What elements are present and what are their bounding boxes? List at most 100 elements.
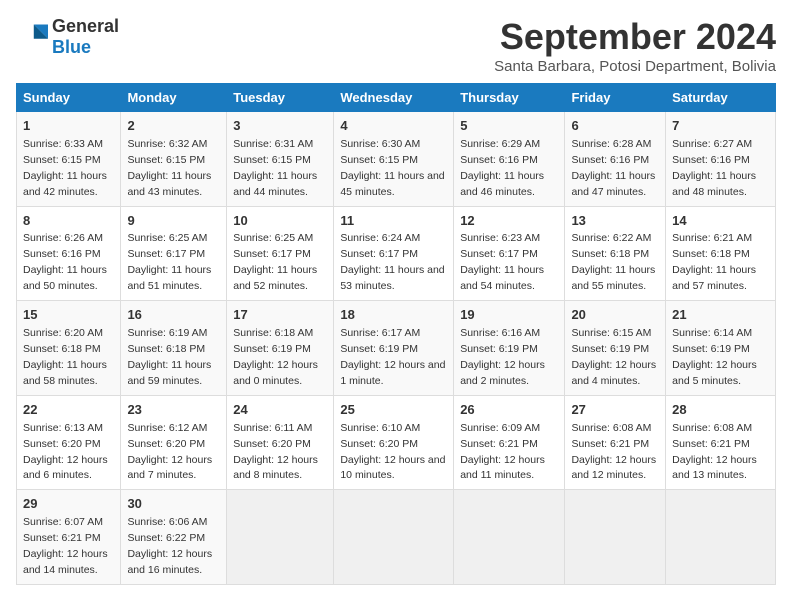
day-number: 24 [233,401,327,420]
col-saturday: Saturday [666,84,776,112]
day-number: 22 [23,401,114,420]
day-info: Sunrise: 6:19 AMSunset: 6:18 PMDaylight:… [127,327,211,387]
day-info: Sunrise: 6:08 AMSunset: 6:21 PMDaylight:… [672,422,757,482]
day-number: 16 [127,306,220,325]
table-row: 8Sunrise: 6:26 AMSunset: 6:16 PMDaylight… [17,206,121,301]
day-info: Sunrise: 6:21 AMSunset: 6:18 PMDaylight:… [672,232,756,292]
day-number: 15 [23,306,114,325]
day-number: 11 [340,212,447,231]
day-number: 9 [127,212,220,231]
day-info: Sunrise: 6:33 AMSunset: 6:15 PMDaylight:… [23,138,107,198]
day-info: Sunrise: 6:28 AMSunset: 6:16 PMDaylight:… [571,138,655,198]
day-info: Sunrise: 6:25 AMSunset: 6:17 PMDaylight:… [127,232,211,292]
table-row: 7Sunrise: 6:27 AMSunset: 6:16 PMDaylight… [666,112,776,207]
day-number: 5 [460,117,558,136]
col-sunday: Sunday [17,84,121,112]
day-info: Sunrise: 6:16 AMSunset: 6:19 PMDaylight:… [460,327,545,387]
table-row: 23 Sunrise: 6:12 AMSunset: 6:20 PMDayligh… [121,395,227,490]
day-info: Sunrise: 6:18 AMSunset: 6:19 PMDaylight:… [233,327,318,387]
day-number: 1 [23,117,114,136]
header: General Blue September 2024 Santa Barbar… [16,16,776,75]
day-info: Sunrise: 6:27 AMSunset: 6:16 PMDaylight:… [672,138,756,198]
table-row: 4 Sunrise: 6:30 AMSunset: 6:15 PMDaylight… [334,112,454,207]
day-info: Sunrise: 6:17 AMSunset: 6:19 PMDaylight:… [340,327,445,387]
day-number: 23 [127,401,220,420]
table-row: 29 Sunrise: 6:07 AMSunset: 6:21 PMDayligh… [17,490,121,585]
day-info: Sunrise: 6:14 AMSunset: 6:19 PMDaylight:… [672,327,757,387]
day-info: Sunrise: 6:06 AMSunset: 6:22 PMDaylight:… [127,516,212,576]
day-info: Sunrise: 6:13 AMSunset: 6:20 PMDaylight:… [23,422,108,482]
day-info: Sunrise: 6:22 AMSunset: 6:18 PMDaylight:… [571,232,655,292]
table-row: 10Sunrise: 6:25 AMSunset: 6:17 PMDayligh… [227,206,334,301]
page-subtitle: Santa Barbara, Potosi Department, Bolivi… [494,58,776,75]
day-number: 18 [340,306,447,325]
table-row: 9Sunrise: 6:25 AMSunset: 6:17 PMDaylight… [121,206,227,301]
table-row: 22 Sunrise: 6:13 AMSunset: 6:20 PMDayligh… [17,395,121,490]
day-number: 26 [460,401,558,420]
day-info: Sunrise: 6:31 AMSunset: 6:15 PMDaylight:… [233,138,317,198]
table-row [454,490,565,585]
table-row: 27 Sunrise: 6:08 AMSunset: 6:21 PMDayligh… [565,395,666,490]
day-info: Sunrise: 6:12 AMSunset: 6:20 PMDaylight:… [127,422,212,482]
logo-general: General [52,16,119,36]
day-number: 19 [460,306,558,325]
table-row [334,490,454,585]
table-row: 1 Sunrise: 6:33 AMSunset: 6:15 PMDaylight… [17,112,121,207]
col-friday: Friday [565,84,666,112]
table-row: 15 Sunrise: 6:20 AMSunset: 6:18 PMDayligh… [17,301,121,396]
day-number: 21 [672,306,769,325]
col-tuesday: Tuesday [227,84,334,112]
table-row: 16 Sunrise: 6:19 AMSunset: 6:18 PMDayligh… [121,301,227,396]
table-row: 12Sunrise: 6:23 AMSunset: 6:17 PMDayligh… [454,206,565,301]
table-row: 17 Sunrise: 6:18 AMSunset: 6:19 PMDayligh… [227,301,334,396]
table-row: 19 Sunrise: 6:16 AMSunset: 6:19 PMDayligh… [454,301,565,396]
calendar-table: Sunday Monday Tuesday Wednesday Thursday… [16,83,776,585]
day-info: Sunrise: 6:20 AMSunset: 6:18 PMDaylight:… [23,327,107,387]
col-wednesday: Wednesday [334,84,454,112]
table-row: 28 Sunrise: 6:08 AMSunset: 6:21 PMDayligh… [666,395,776,490]
day-number: 10 [233,212,327,231]
table-row: 26 Sunrise: 6:09 AMSunset: 6:21 PMDayligh… [454,395,565,490]
table-row: 21 Sunrise: 6:14 AMSunset: 6:19 PMDayligh… [666,301,776,396]
day-info: Sunrise: 6:30 AMSunset: 6:15 PMDaylight:… [340,138,444,198]
table-row: 13Sunrise: 6:22 AMSunset: 6:18 PMDayligh… [565,206,666,301]
day-info: Sunrise: 6:23 AMSunset: 6:17 PMDaylight:… [460,232,544,292]
day-number: 8 [23,212,114,231]
day-info: Sunrise: 6:11 AMSunset: 6:20 PMDaylight:… [233,422,318,482]
day-number: 4 [340,117,447,136]
day-number: 14 [672,212,769,231]
day-info: Sunrise: 6:07 AMSunset: 6:21 PMDaylight:… [23,516,108,576]
day-number: 2 [127,117,220,136]
table-row: 18 Sunrise: 6:17 AMSunset: 6:19 PMDayligh… [334,301,454,396]
table-row [666,490,776,585]
table-row: 2Sunrise: 6:32 AMSunset: 6:15 PMDaylight… [121,112,227,207]
logo-blue: Blue [52,37,91,57]
day-info: Sunrise: 6:24 AMSunset: 6:17 PMDaylight:… [340,232,444,292]
day-number: 28 [672,401,769,420]
col-thursday: Thursday [454,84,565,112]
day-number: 25 [340,401,447,420]
logo-icon [16,21,48,53]
day-number: 3 [233,117,327,136]
day-number: 29 [23,495,114,514]
day-number: 30 [127,495,220,514]
day-number: 6 [571,117,659,136]
table-row: 11Sunrise: 6:24 AMSunset: 6:17 PMDayligh… [334,206,454,301]
table-row: 14Sunrise: 6:21 AMSunset: 6:18 PMDayligh… [666,206,776,301]
day-info: Sunrise: 6:25 AMSunset: 6:17 PMDaylight:… [233,232,317,292]
day-number: 27 [571,401,659,420]
table-row: 30 Sunrise: 6:06 AMSunset: 6:22 PMDayligh… [121,490,227,585]
day-info: Sunrise: 6:29 AMSunset: 6:16 PMDaylight:… [460,138,544,198]
day-info: Sunrise: 6:08 AMSunset: 6:21 PMDaylight:… [571,422,656,482]
table-row: 20Sunrise: 6:15 AMSunset: 6:19 PMDayligh… [565,301,666,396]
header-row: Sunday Monday Tuesday Wednesday Thursday… [17,84,776,112]
table-row: 24 Sunrise: 6:11 AMSunset: 6:20 PMDayligh… [227,395,334,490]
day-info: Sunrise: 6:10 AMSunset: 6:20 PMDaylight:… [340,422,445,482]
day-number: 12 [460,212,558,231]
table-row [565,490,666,585]
logo: General Blue [16,16,119,58]
day-number: 17 [233,306,327,325]
day-number: 20 [571,306,659,325]
day-info: Sunrise: 6:09 AMSunset: 6:21 PMDaylight:… [460,422,545,482]
table-row [227,490,334,585]
